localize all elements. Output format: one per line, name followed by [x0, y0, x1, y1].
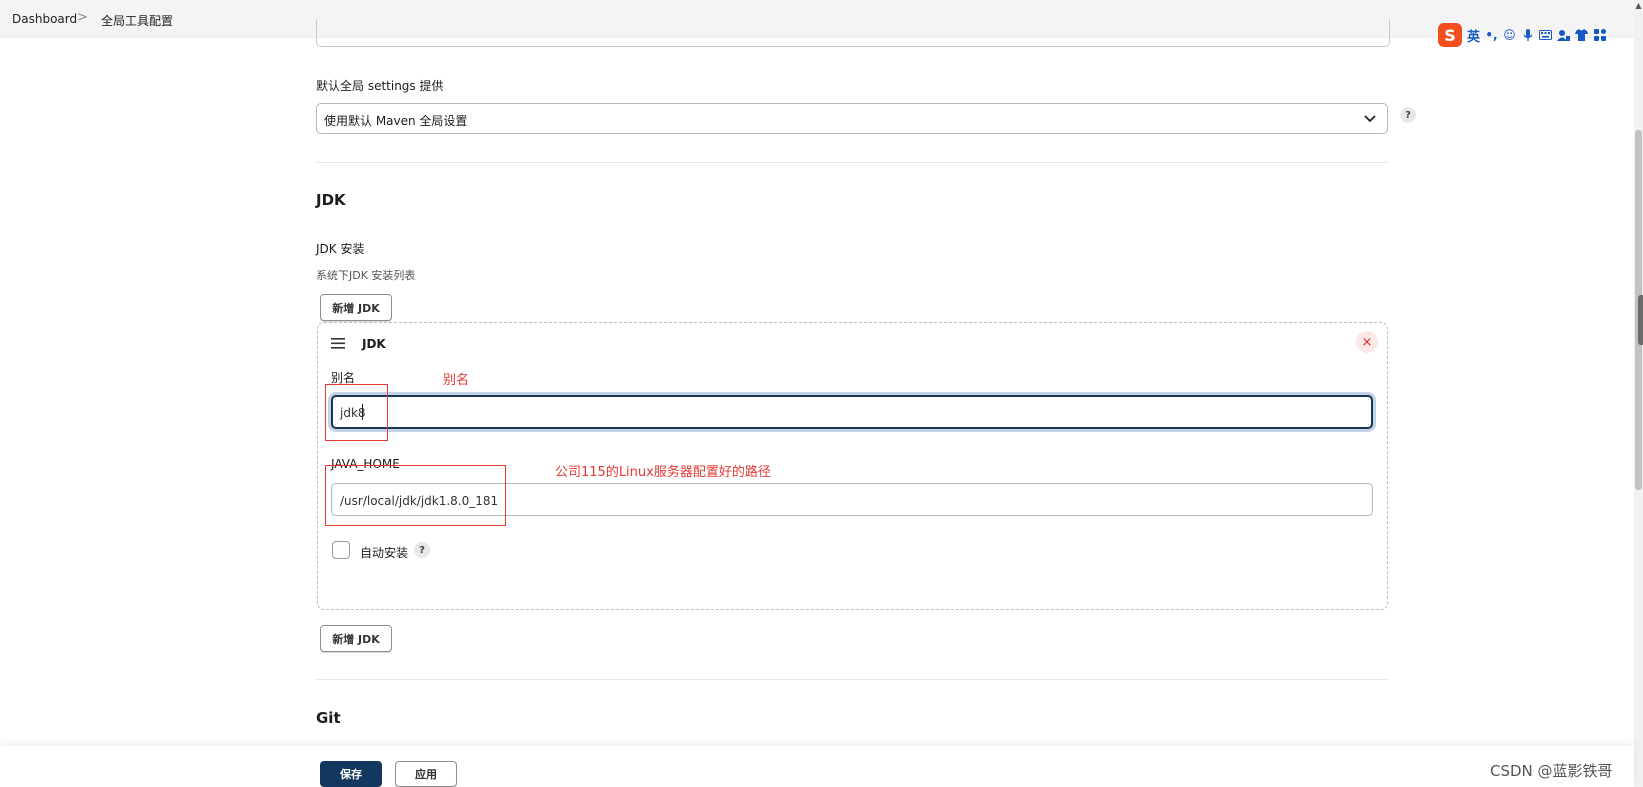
- apply-button[interactable]: 应用: [395, 761, 457, 787]
- jdk-install-label: JDK 安装: [316, 242, 365, 256]
- add-jdk-button-bottom[interactable]: 新增 JDK: [320, 625, 392, 652]
- breadcrumb-dashboard[interactable]: Dashboard: [12, 12, 77, 26]
- scroll-up-arrow-icon[interactable]: ▲: [1634, 0, 1643, 12]
- git-section-title: Git: [316, 709, 341, 727]
- jdk-item-header: JDK: [362, 337, 386, 351]
- jdk-install-description: 系统下JDK 安装列表: [316, 269, 416, 282]
- ime-mode-toggle[interactable]: 英: [1467, 26, 1480, 45]
- punctuation-icon[interactable]: •,: [1485, 28, 1498, 42]
- csdn-watermark: CSDN @蓝影铁哥: [1490, 762, 1613, 780]
- alias-annotation-note: 别名: [443, 373, 470, 388]
- auto-install-checkbox[interactable]: [332, 541, 350, 559]
- alias-annotation-box: [325, 384, 388, 441]
- grid-icon[interactable]: [1593, 29, 1606, 42]
- breadcrumb-separator: >: [77, 10, 88, 25]
- chevron-down-icon: [1364, 115, 1376, 123]
- auto-install-help-icon[interactable]: ?: [414, 542, 430, 558]
- breadcrumb-current[interactable]: 全局工具配置: [101, 12, 173, 29]
- java-home-annotation-note: 公司115的Linux服务器配置好的路径: [555, 465, 771, 480]
- emoji-icon[interactable]: ☺: [1503, 28, 1516, 42]
- java-home-annotation-box: [325, 465, 506, 526]
- section-divider: [316, 162, 1388, 163]
- auto-install-label: 自动安装: [360, 546, 409, 560]
- maven-settings-select[interactable]: [316, 103, 1388, 134]
- user-icon[interactable]: [1557, 29, 1571, 42]
- drag-handle-icon[interactable]: [331, 338, 345, 349]
- previous-input-field[interactable]: [316, 20, 1390, 47]
- footer-bar: [0, 746, 1634, 787]
- jdk-section-title: JDK: [316, 191, 346, 209]
- keyboard-icon[interactable]: [1539, 29, 1553, 42]
- maven-settings-value: 使用默认 Maven 全局设置: [324, 114, 468, 128]
- ime-toolbar: S 英 •, ☺: [1438, 22, 1606, 48]
- skin-icon[interactable]: [1575, 29, 1589, 42]
- alias-input[interactable]: [331, 395, 1373, 429]
- maven-settings-label: 默认全局 settings 提供: [316, 79, 444, 93]
- maven-settings-help-icon[interactable]: ?: [1400, 107, 1416, 123]
- section-divider: [316, 679, 1388, 680]
- add-jdk-button[interactable]: 新增 JDK: [320, 294, 392, 321]
- sogou-logo-icon[interactable]: S: [1438, 23, 1462, 47]
- save-button[interactable]: 保存: [320, 761, 382, 787]
- side-panel-handle[interactable]: [1638, 295, 1643, 345]
- microphone-icon[interactable]: [1521, 28, 1534, 42]
- close-icon[interactable]: ×: [1356, 331, 1378, 353]
